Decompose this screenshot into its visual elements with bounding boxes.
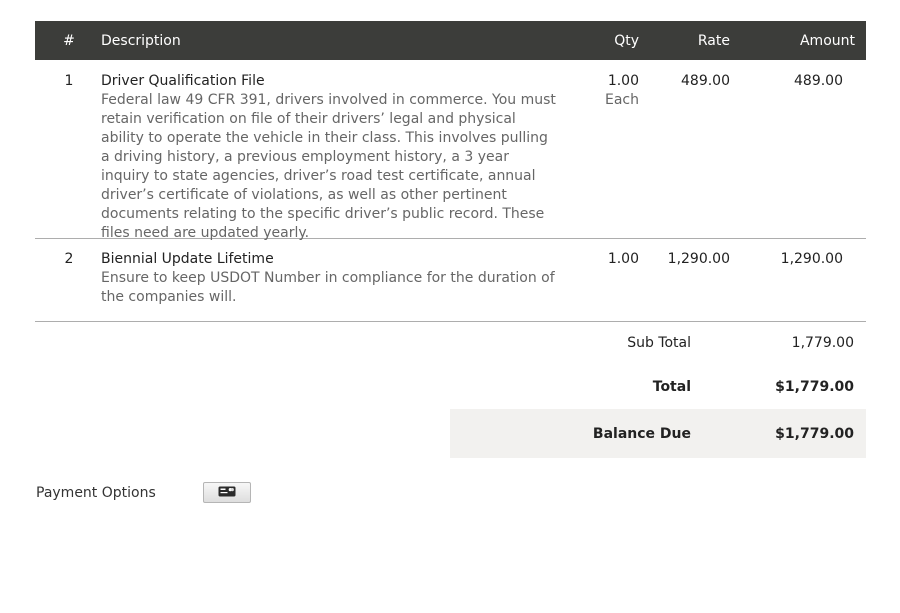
item-rate: 1,290.00 — [667, 251, 730, 267]
payment-options: Payment Options — [36, 482, 251, 503]
table-row: 2 Biennial Update Lifetime Ensure to kee… — [35, 239, 866, 322]
item-rate: 489.00 — [681, 73, 730, 89]
item-description: Ensure to keep USDOT Number in complianc… — [101, 270, 555, 305]
item-title: Driver Qualification File — [101, 73, 265, 89]
table-row: 1 Driver Qualification File Federal law … — [35, 60, 866, 241]
payment-options-label: Payment Options — [36, 484, 156, 501]
totals-section: Sub Total 1,779.00 Total $1,779.00 Balan… — [450, 321, 866, 458]
balance-due-label: Balance Due — [592, 425, 691, 442]
card-payment-button[interactable] — [202, 482, 251, 503]
header-qty: Qty — [614, 32, 639, 49]
item-title: Biennial Update Lifetime — [101, 251, 274, 267]
item-qty-cell: 1.00 — [571, 250, 639, 269]
header-amount: Amount — [799, 32, 855, 49]
item-amount: 1,290.00 — [780, 251, 843, 267]
item-unit: Each — [605, 92, 639, 108]
item-description: Federal law 49 CFR 391, drivers involved… — [101, 92, 556, 241]
total-label: Total — [652, 379, 691, 395]
subtotal-label: Sub Total — [627, 335, 691, 351]
balance-due-row: Balance Due $1,779.00 — [450, 409, 866, 458]
item-qty: 1.00 — [607, 73, 639, 89]
total-row: Total $1,779.00 — [450, 365, 866, 409]
item-amount: 489.00 — [794, 73, 843, 89]
item-qty-cell: 1.00 Each — [571, 72, 639, 110]
invoice-items-table: # Description Qty Rate Amount 1 Driver Q… — [35, 21, 866, 322]
table-header: # Description Qty Rate Amount — [35, 21, 866, 60]
header-description: Description — [101, 32, 181, 49]
credit-card-icon — [218, 485, 236, 501]
total-value: $1,779.00 — [775, 379, 854, 395]
header-rate: Rate — [697, 32, 730, 49]
subtotal-row: Sub Total 1,779.00 — [450, 321, 866, 365]
item-number: 1 — [64, 73, 74, 89]
balance-due-value: $1,779.00 — [775, 425, 854, 442]
item-description-cell: Biennial Update Lifetime Ensure to keep … — [101, 250, 571, 307]
item-qty: 1.00 — [607, 251, 639, 267]
item-description-cell: Driver Qualification File Federal law 49… — [101, 72, 571, 243]
header-number: # — [63, 32, 75, 49]
subtotal-value: 1,779.00 — [791, 335, 854, 351]
item-number: 2 — [64, 251, 74, 267]
